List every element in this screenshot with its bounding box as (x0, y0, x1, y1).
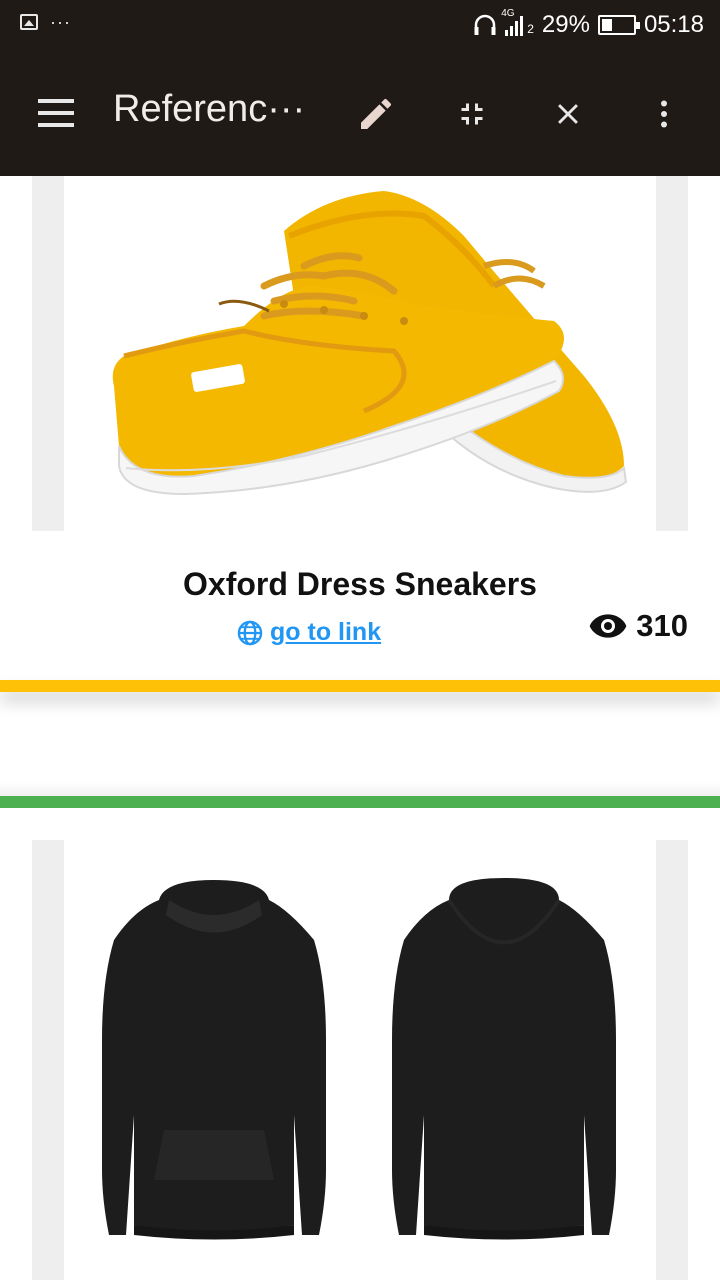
sneakers-image[interactable] (64, 176, 656, 531)
view-count: 310 (588, 608, 688, 644)
network-type: 4G (501, 8, 515, 19)
edit-icon[interactable] (354, 92, 398, 136)
product-image-frame (32, 176, 688, 531)
more-vertical-icon[interactable] (642, 92, 686, 136)
signal-icon: 4G 2 (501, 8, 534, 36)
sim-slot: 2 (527, 22, 534, 36)
clock: 05:18 (643, 11, 704, 38)
app-bar: Referenc··· (0, 50, 720, 176)
view-count-value: 310 (636, 608, 688, 643)
headphones-icon (474, 14, 496, 35)
battery-percent: 29% (541, 11, 590, 38)
collapse-icon[interactable] (450, 92, 494, 136)
globe-icon (237, 620, 263, 645)
status-indicators: 4G 2 29% 05:18 (473, 8, 704, 42)
page-title: Referenc··· (113, 88, 306, 130)
menu-icon[interactable] (38, 99, 74, 127)
go-to-link-label: go to link (270, 618, 382, 646)
status-notifications: ··· (20, 12, 71, 32)
card-accent-bar (0, 680, 720, 692)
product-image-frame (32, 840, 688, 1280)
product-title: Oxford Dress Sneakers (183, 566, 537, 602)
battery-icon (597, 15, 640, 35)
product-card[interactable]: Oxford Dress Sneakers go to link 310 (0, 176, 720, 692)
overflow-notification-icon: ··· (50, 12, 71, 32)
hoodie-image[interactable] (64, 840, 656, 1280)
eye-icon (589, 614, 627, 638)
card-separator (0, 782, 720, 796)
go-to-link[interactable]: go to link (236, 618, 381, 647)
status-bar: ··· 4G 2 29% 05:18 (0, 0, 720, 50)
image-notification-icon (20, 14, 38, 30)
card-accent-bar (0, 796, 720, 808)
close-icon[interactable] (546, 92, 590, 136)
